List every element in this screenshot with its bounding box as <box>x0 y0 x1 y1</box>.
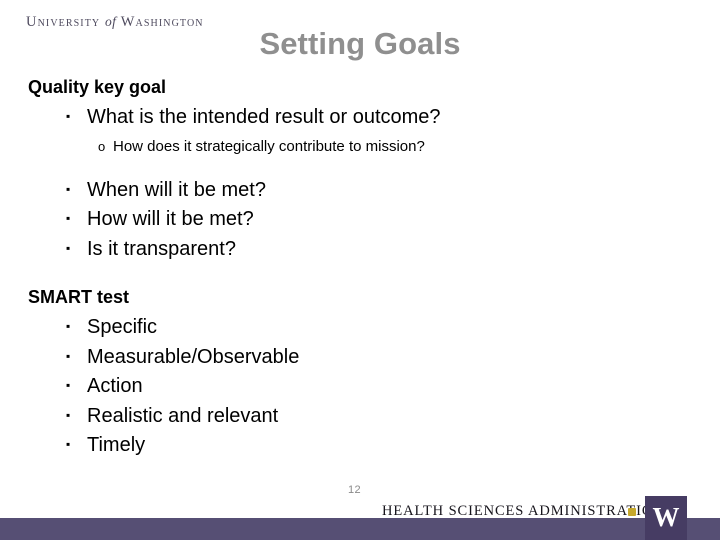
list-item: o How does it strategically contribute t… <box>0 132 720 161</box>
square-bullet-icon: ▪ <box>66 348 71 363</box>
square-bullet-icon: ▪ <box>66 108 71 123</box>
list-item: ▪ Is it transparent? <box>0 235 720 265</box>
square-bullet-icon: ▪ <box>66 437 71 452</box>
slide-body: Quality key goal ▪ What is the intended … <box>0 76 720 461</box>
square-bullet-icon: ▪ <box>66 181 71 196</box>
page-title: Setting Goals <box>259 26 461 61</box>
list-item: ▪ Specific <box>0 313 720 343</box>
list-item-label: Is it transparent? <box>87 237 236 260</box>
circle-bullet-icon: o <box>98 139 106 155</box>
list-item-label: Timely <box>87 434 146 457</box>
list-item: ▪ Realistic and relevant <box>0 402 720 432</box>
footer-band <box>0 518 720 540</box>
slide-canvas: University of Washington Setting Goals Q… <box>0 0 720 540</box>
list-item: ▪ Action <box>0 372 720 402</box>
list-item: ▪ How will it be met? <box>0 205 720 235</box>
list-item-label: Action <box>87 375 143 398</box>
square-bullet-icon: ▪ <box>66 319 71 334</box>
uw-w-logo: W <box>645 496 687 540</box>
gold-dot-icon <box>628 508 636 516</box>
list-item-label: What is the intended result or outcome? <box>87 105 441 128</box>
square-bullet-icon: ▪ <box>66 240 71 255</box>
list-item-label: Specific <box>87 316 158 339</box>
list-item: ▪ When will it be met? <box>0 176 720 206</box>
w-glyph: W <box>652 501 680 532</box>
list-item-label: When will it be met? <box>87 178 266 201</box>
page-number: 12 <box>348 484 362 496</box>
square-bullet-icon: ▪ <box>66 407 71 422</box>
list-item: ▪ What is the intended result or outcome… <box>0 103 720 133</box>
section-heading-quality-key-goal: Quality key goal <box>28 77 167 97</box>
list-item-label: How will it be met? <box>87 208 254 231</box>
list-item-label: Measurable/Observable <box>87 345 300 368</box>
section-heading-smart-test: SMART test <box>28 287 130 308</box>
list-item-label: How does it strategically contribute to … <box>113 138 425 156</box>
footer-unit-name: Health Sciences Administration <box>382 503 665 519</box>
list-item: ▪ Timely <box>0 431 720 461</box>
list-item-label: Realistic and relevant <box>87 404 279 427</box>
list-item: ▪ Measurable/Observable <box>0 343 720 373</box>
square-bullet-icon: ▪ <box>66 211 71 226</box>
square-bullet-icon: ▪ <box>66 378 71 393</box>
